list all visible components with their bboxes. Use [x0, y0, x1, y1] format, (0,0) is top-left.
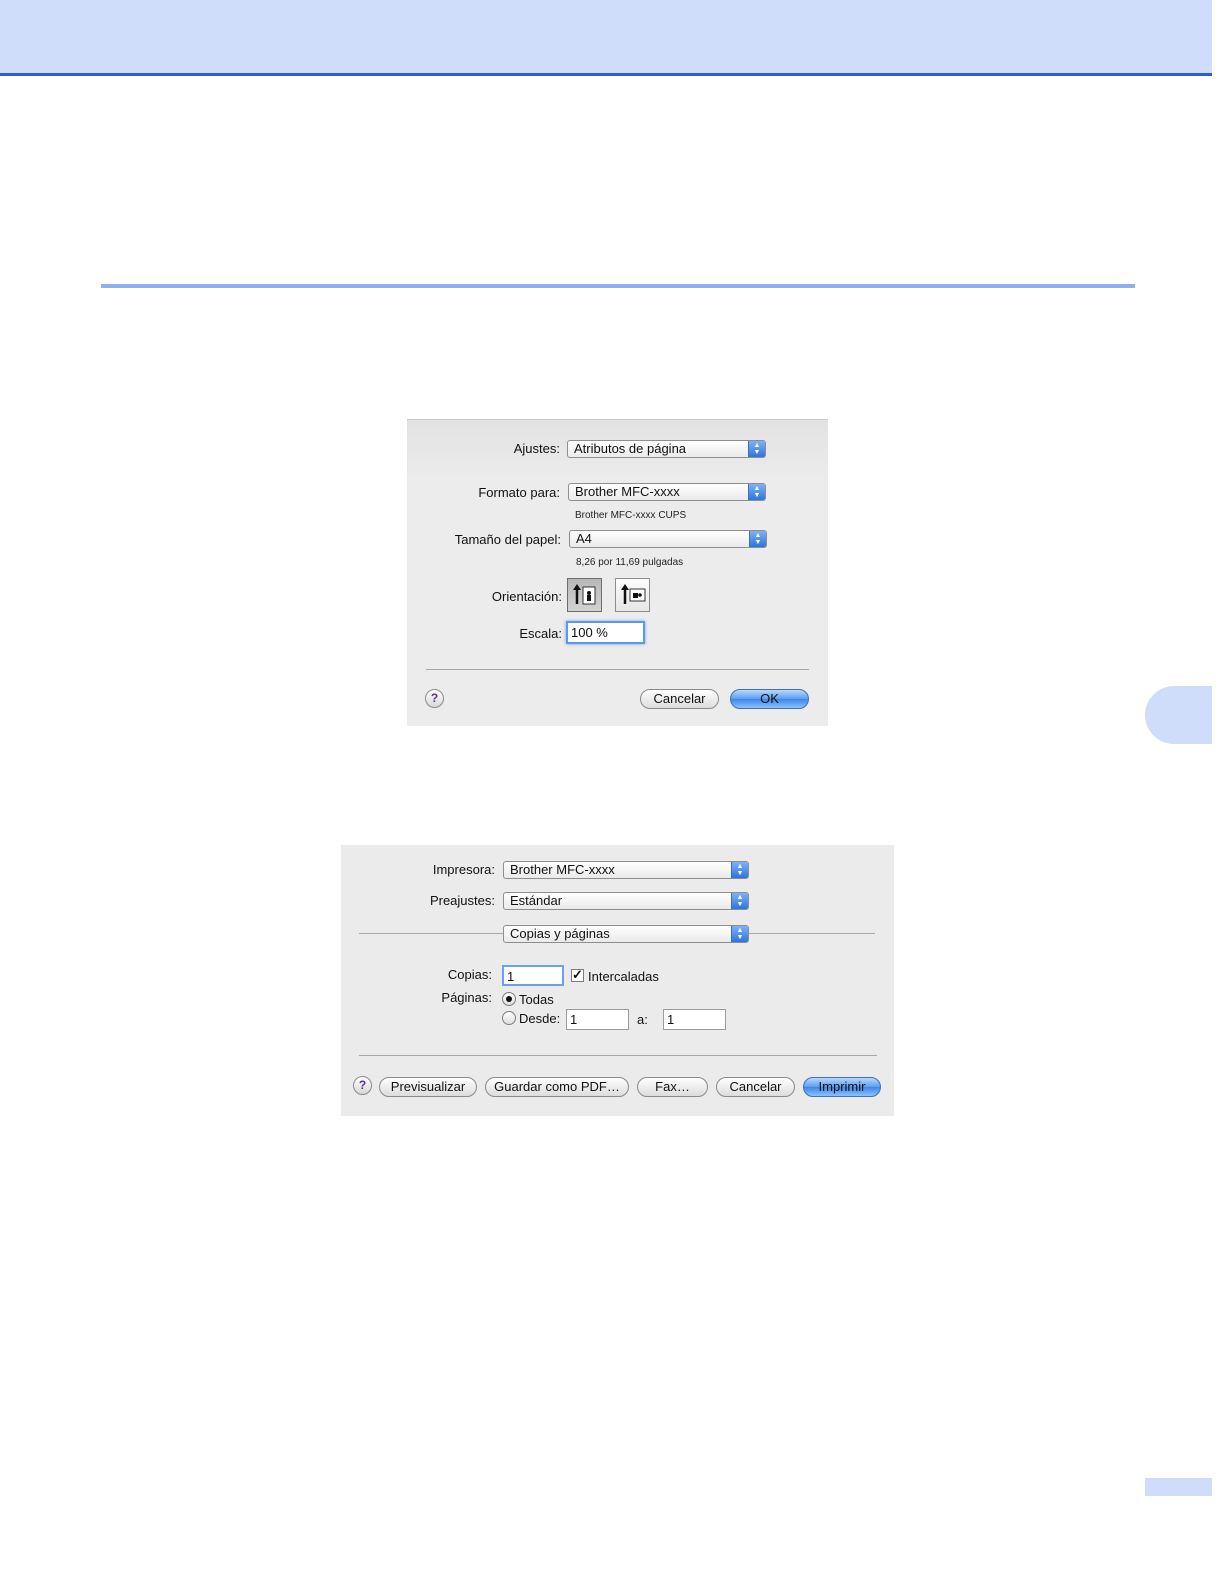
intercaladas-label: Intercaladas	[588, 969, 659, 984]
copias-input[interactable]: 1	[502, 965, 564, 986]
chapter-tab	[1145, 686, 1212, 744]
ok-button[interactable]: OK	[730, 689, 809, 709]
page-setup-dialog: Ajustes: Atributos de página ▲ ▼ Formato …	[407, 419, 828, 726]
tamano-detail: 8,26 por 11,69 pulgadas	[576, 557, 684, 568]
print-dialog: Impresora: Brother MFC-xxxx ▲ ▼ Preajuste…	[341, 845, 894, 1116]
panel-divider-right	[749, 933, 875, 934]
escala-input[interactable]: 100 %	[566, 621, 645, 644]
formato-label: Formato para:	[478, 485, 560, 500]
a-label: a:	[637, 1012, 648, 1027]
ajustes-popup[interactable]: Atributos de página ▲ ▼	[567, 440, 766, 458]
header-band	[0, 0, 1212, 76]
panel-value: Copias y páginas	[510, 926, 610, 941]
save-pdf-button[interactable]: Guardar como PDF…	[485, 1077, 629, 1097]
ajustes-label: Ajustes:	[513, 441, 560, 456]
intercaladas-checkbox[interactable]: ✓	[571, 968, 584, 982]
landscape-orientation-icon	[621, 584, 646, 604]
popup-arrows-icon: ▲ ▼	[731, 893, 748, 909]
paginas-label: Páginas:	[441, 990, 492, 1005]
copias-label: Copias:	[447, 967, 492, 982]
cancel-button[interactable]: Cancelar	[716, 1077, 795, 1097]
dialog-divider	[359, 1055, 877, 1056]
portrait-orientation-icon	[573, 584, 596, 605]
popup-arrows-icon: ▲ ▼	[731, 862, 748, 878]
dialog-divider	[426, 669, 809, 670]
popup-arrows-icon: ▲ ▼	[748, 484, 765, 500]
fax-button[interactable]: Fax…	[637, 1077, 708, 1097]
desde-radio[interactable]	[502, 1011, 516, 1025]
orientation-landscape-button[interactable]	[615, 578, 650, 612]
a-input[interactable]: 1	[663, 1009, 726, 1030]
panel-popup[interactable]: Copias y páginas ▲ ▼	[503, 925, 749, 943]
orientation-portrait-button[interactable]	[567, 578, 602, 612]
orientacion-label: Orientación:	[491, 589, 562, 604]
help-icon[interactable]: ?	[425, 689, 444, 708]
section-rule	[101, 284, 1135, 288]
desde-input[interactable]: 1	[566, 1009, 629, 1030]
popup-arrows-icon: ▲ ▼	[748, 441, 765, 457]
impresora-label: Impresora:	[432, 862, 495, 877]
formato-popup[interactable]: Brother MFC-xxxx ▲ ▼	[568, 483, 766, 501]
popup-arrows-icon: ▲ ▼	[749, 531, 766, 547]
tamano-value: A4	[576, 531, 592, 546]
todas-label: Todas	[519, 992, 554, 1007]
desde-label: Desde:	[519, 1011, 561, 1026]
panel-divider-left	[359, 933, 503, 934]
popup-arrows-icon: ▲ ▼	[731, 926, 748, 942]
impresora-value: Brother MFC-xxxx	[510, 862, 615, 877]
tamano-popup[interactable]: A4 ▲ ▼	[569, 530, 767, 548]
tamano-label: Tamaño del papel:	[454, 532, 561, 547]
page-number-tab	[1145, 1478, 1212, 1496]
formato-value: Brother MFC-xxxx	[575, 484, 680, 499]
ajustes-value: Atributos de página	[574, 441, 687, 456]
cancel-button[interactable]: Cancelar	[640, 689, 719, 709]
escala-label: Escala:	[519, 626, 562, 641]
preview-button[interactable]: Previsualizar	[379, 1077, 477, 1097]
preajustes-value: Estándar	[510, 893, 563, 908]
help-icon[interactable]: ?	[353, 1076, 372, 1095]
print-button[interactable]: Imprimir	[803, 1077, 881, 1097]
formato-detail: Brother MFC-xxxx CUPS	[575, 510, 687, 521]
preajustes-label: Preajustes:	[429, 893, 495, 908]
preajustes-popup[interactable]: Estándar ▲ ▼	[503, 892, 749, 910]
impresora-popup[interactable]: Brother MFC-xxxx ▲ ▼	[503, 861, 749, 879]
todas-radio[interactable]	[502, 992, 516, 1006]
